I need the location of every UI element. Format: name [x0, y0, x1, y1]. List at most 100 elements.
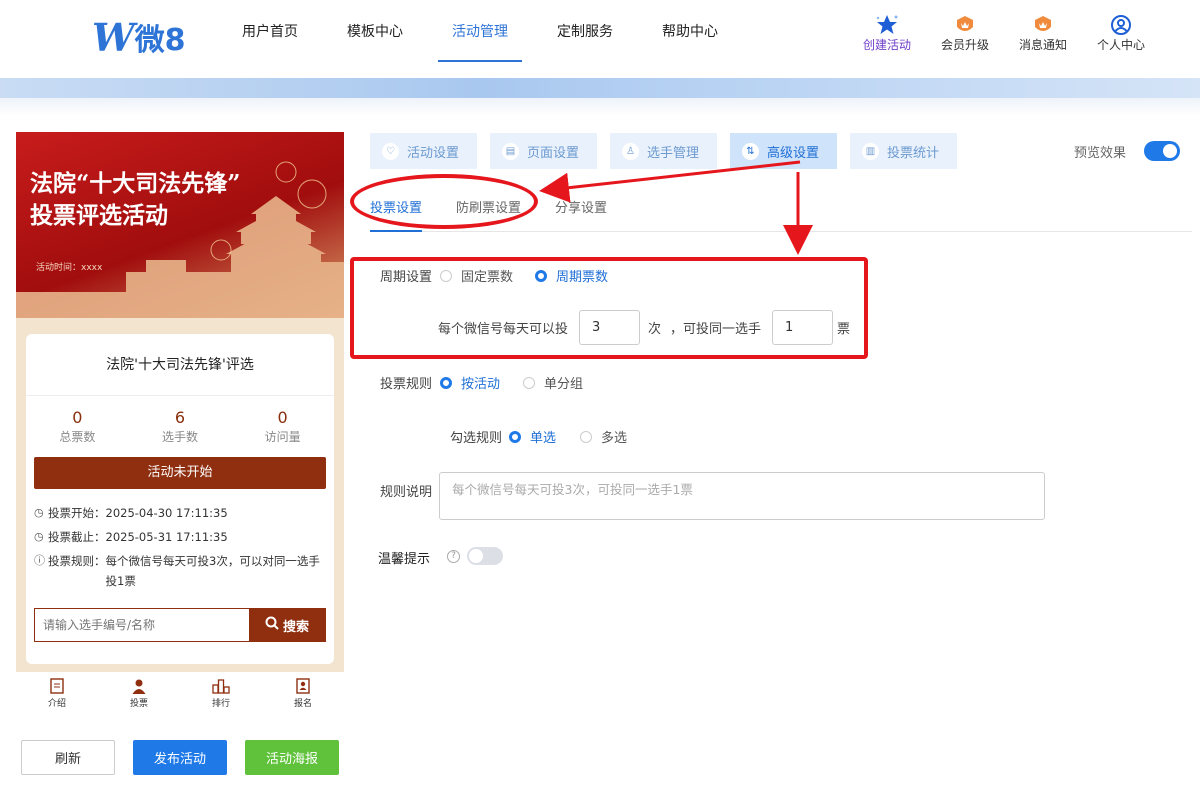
header-banner-strip	[0, 78, 1200, 98]
crown-badge-icon	[954, 14, 976, 36]
tab-ranking[interactable]: 排行	[180, 672, 262, 712]
search-button[interactable]: 搜索	[249, 609, 325, 641]
banner-title: 法院“十大司法先锋” 投票评选活动	[30, 168, 240, 232]
step-label: 投票统计	[887, 145, 940, 161]
tab-register-label: 报名	[293, 699, 312, 709]
tab-register[interactable]: 报名	[262, 672, 344, 712]
stats-row: 0 总票数 6 选手数 0 访问量	[26, 396, 334, 445]
nav-custom-service[interactable]: 定制服务	[543, 0, 627, 62]
person-icon	[131, 676, 147, 696]
vote-rule-label: 投票规则	[380, 377, 433, 392]
info-icon: ⓘ	[34, 554, 45, 567]
clock-icon: ◷	[34, 506, 44, 519]
rule-description-label: 规则说明	[380, 485, 433, 500]
user-icon: ♙	[622, 142, 639, 160]
create-activity-button[interactable]: 创建活动	[848, 14, 926, 53]
register-icon	[295, 676, 311, 696]
step-label: 页面设置	[527, 145, 580, 161]
logo-mark: W	[92, 14, 135, 60]
step-label: 活动设置	[407, 145, 460, 161]
notifications-label: 消息通知	[1018, 38, 1067, 52]
header-fade	[0, 98, 1200, 116]
search-icon	[265, 616, 279, 634]
tab-vote[interactable]: 投票	[98, 672, 180, 712]
logo-text: 微8	[134, 23, 186, 58]
tab-ranking-label: 排行	[211, 699, 230, 709]
radio-label: 单选	[530, 431, 557, 446]
nav-templates[interactable]: 模板中心	[333, 0, 417, 62]
logo[interactable]: W 微8	[92, 14, 186, 60]
radio-by-activity[interactable]: 按活动	[440, 373, 500, 392]
sliders-icon: ⇅	[742, 142, 759, 160]
banner-title-line2: 投票评选活动	[30, 202, 168, 229]
radio-dot	[523, 376, 535, 389]
vote-info: ◷ 投票开始： 2025-04-30 17:11:35 ◷ 投票截止： 2025…	[26, 489, 334, 591]
step-page-settings[interactable]: ▤ 页面设置	[490, 133, 597, 169]
step-label: 高级设置	[767, 145, 820, 161]
tab-intro-label: 介绍	[47, 699, 66, 709]
help-icon[interactable]: ?	[447, 550, 460, 563]
radio-label: 多选	[601, 431, 628, 446]
vote-end-value: 2025-05-31 17:11:35	[105, 530, 228, 544]
radio-label: 单分组	[544, 377, 584, 392]
player-search-input[interactable]	[35, 609, 249, 641]
vote-rule-value: 每个微信号每天可投3次，可以对同一选手投1票	[105, 554, 320, 588]
step-vote-statistics[interactable]: ▥ 投票统计	[850, 133, 957, 169]
warm-tip-toggle[interactable]	[467, 547, 503, 565]
radio-single-select[interactable]: 单选	[509, 427, 556, 446]
bottom-actions: 刷新 发布活动 活动海报	[21, 740, 357, 775]
main-nav: 用户首页 模板中心 活动管理 定制服务 帮助中心	[228, 0, 753, 62]
select-rule-label: 勾选规则	[450, 431, 503, 446]
phone-tabbar: 介绍 投票 排行 报名	[16, 672, 344, 712]
settings-steps: ♡ 活动设置 ▤ 页面设置 ♙ 选手管理 ⇅ 高级设置 ▥ 投票统计	[370, 133, 970, 169]
bell-badge-icon	[1032, 14, 1054, 36]
stat-players: 6 选手数	[135, 408, 225, 445]
rule-description-textarea[interactable]: 每个微信号每天可投3次，可投同一选手1票	[439, 472, 1045, 520]
vote-rule-row: ⓘ 投票规则： 每个微信号每天可投3次，可以对同一选手投1票	[34, 549, 326, 591]
radio-dot	[509, 430, 521, 443]
preview-toggle[interactable]	[1144, 141, 1181, 161]
stat-value: 0	[277, 408, 288, 427]
member-upgrade-button[interactable]: 会员升级	[926, 14, 1004, 53]
nav-help-center[interactable]: 帮助中心	[648, 0, 732, 62]
vote-rule-key: 投票规则：	[48, 554, 106, 568]
vote-start-row: ◷ 投票开始： 2025-04-30 17:11:35	[34, 501, 326, 525]
tab-intro[interactable]: 介绍	[16, 672, 98, 712]
user-circle-icon	[1110, 14, 1132, 36]
star-icon	[875, 14, 899, 36]
publish-activity-button[interactable]: 发布活动	[133, 740, 227, 775]
nav-home[interactable]: 用户首页	[228, 0, 312, 62]
preview-toggle-row: 预览效果	[1074, 141, 1181, 161]
step-player-management[interactable]: ♙ 选手管理	[610, 133, 717, 169]
annotation-box	[350, 257, 868, 359]
refresh-button[interactable]: 刷新	[21, 740, 115, 775]
notifications-button[interactable]: 消息通知	[1004, 14, 1082, 53]
step-activity-settings[interactable]: ♡ 活动设置	[370, 133, 477, 169]
radio-single-group[interactable]: 单分组	[523, 373, 583, 392]
member-upgrade-label: 会员升级	[940, 38, 989, 52]
personal-center-label: 个人中心	[1096, 38, 1145, 52]
personal-center-button[interactable]: 个人中心	[1082, 14, 1160, 53]
annotation-circle	[350, 174, 538, 229]
stat-value: 6	[174, 408, 186, 427]
banner-title-line1: 法院“十大司法先锋”	[30, 170, 241, 197]
activity-status-button[interactable]: 活动未开始	[34, 457, 326, 489]
step-label: 选手管理	[647, 145, 700, 161]
nav-activity-management[interactable]: 活动管理	[438, 0, 522, 62]
radio-multi-select[interactable]: 多选	[580, 427, 627, 446]
radio-dot	[440, 376, 452, 389]
tab-vote-label: 投票	[129, 699, 148, 709]
clock-icon: ◷	[34, 530, 44, 543]
ranking-icon	[212, 676, 230, 696]
stat-label: 访问量	[264, 430, 301, 444]
create-activity-label: 创建活动	[862, 38, 911, 52]
activity-card: 法院'十大司法先锋'评选 0 总票数 6 选手数 0 访问量 活动未开始 ◷ 投…	[26, 334, 334, 664]
step-advanced-settings[interactable]: ⇅ 高级设置	[730, 133, 837, 169]
activity-poster-button[interactable]: 活动海报	[245, 740, 339, 775]
top-actions: 创建活动 会员升级 消息通知 个人中心	[848, 14, 1160, 53]
phone-preview: 法院“十大司法先锋” 投票评选活动 活动时间：xxxx 法院'十大司法先锋'评选…	[16, 132, 344, 672]
subtab-share-settings[interactable]: 分享设置	[555, 190, 607, 232]
stat-value: 0	[72, 408, 83, 427]
stat-visits: 0 访问量	[238, 408, 328, 445]
warm-tip-label: 温馨提示	[378, 552, 431, 567]
